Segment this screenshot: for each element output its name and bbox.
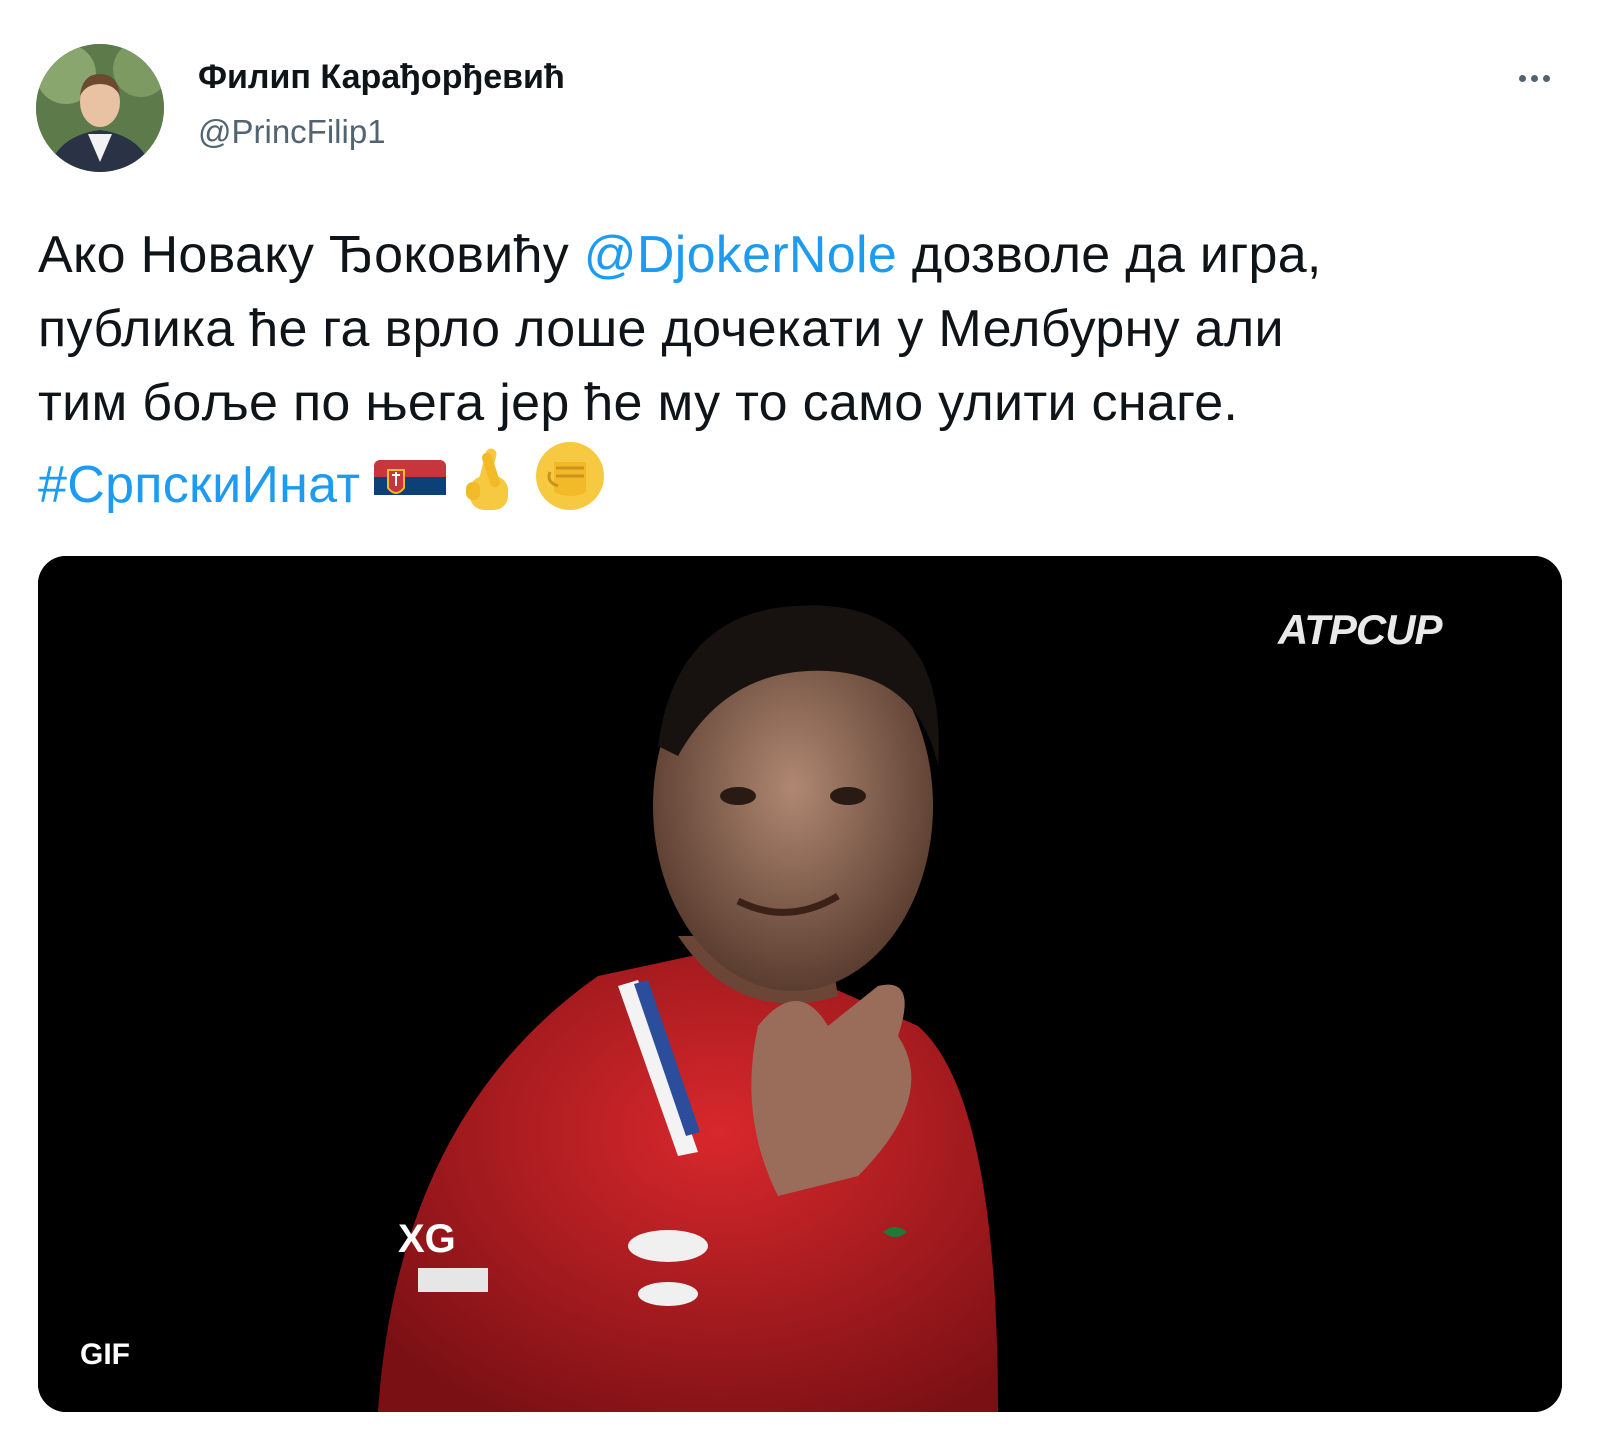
hashtag-link[interactable]: #СрпскиИнат (38, 456, 360, 514)
tweet-text: Ако Новаку Ђоковићу @DjokerNole дозволе … (38, 218, 1568, 532)
avatar-photo (36, 44, 164, 172)
tweet-line: #СрпскиИнат (38, 440, 1568, 532)
serbia-flag-icon (374, 458, 447, 532)
tweet-text-segment: Ако Новаку Ђоковићу (38, 226, 584, 284)
crossed-fingers-icon (460, 446, 518, 532)
svg-text:XG: XG (398, 1217, 456, 1261)
tweet-line: тим боље по њега јер ће му то само улити… (38, 366, 1568, 440)
atp-cup-watermark: ATPCUP (1278, 606, 1443, 653)
gif-media[interactable]: XG ATPCUP GIF (38, 556, 1562, 1412)
author-handle[interactable]: @PrincFilip1 (198, 113, 386, 151)
tweet-line: Ако Новаку Ђоковићу @DjokerNole дозволе … (38, 218, 1568, 292)
tweet-text-segment: дозволе да игра, (897, 226, 1322, 284)
tweet[interactable]: Филип Карађорђевић @PrincFilip1 Ако Нова… (0, 0, 1600, 1432)
gif-frame: XG (38, 556, 1562, 1412)
author-name[interactable]: Филип Карађорђевић (198, 58, 565, 97)
mention-link[interactable]: @DjokerNole (584, 226, 897, 284)
tweet-text-segment: тим боље по њега јер ће му то само улити… (38, 374, 1239, 432)
tweet-text-segment: публика ће га врло лоше дочекати у Мелбу… (38, 300, 1284, 358)
avatar[interactable] (36, 44, 164, 172)
raised-fist-icon (532, 440, 608, 532)
more-options-icon[interactable] (1508, 58, 1560, 98)
tweet-line: публика ће га врло лоше дочекати у Мелбу… (38, 292, 1568, 366)
gif-badge: GIF (80, 1338, 130, 1371)
